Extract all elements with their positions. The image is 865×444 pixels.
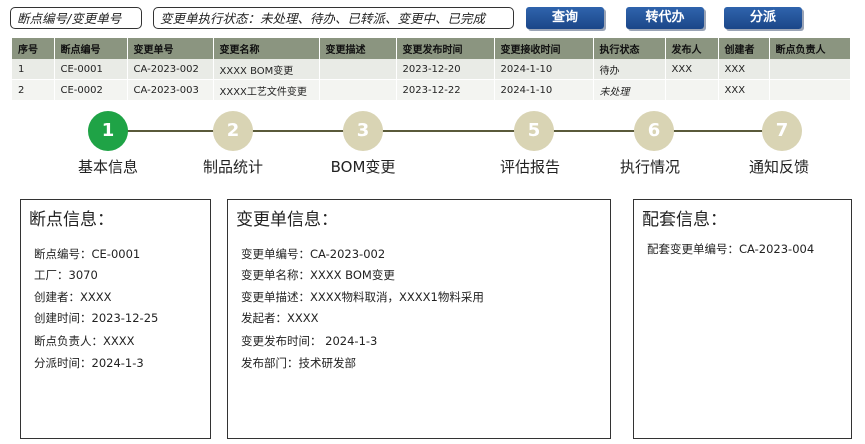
change-order-info-panel: 变更单信息： 变更单编号：CA-2023-002 变更单名称：XXXX BOM变… <box>227 199 611 439</box>
table-cell: 1 <box>12 59 55 80</box>
table-cell: 未处理 <box>593 79 666 101</box>
table-header-row: 序号 断点编号 变更单号 变更名称 变更描述 变更发布时间 变更接收时间 执行状… <box>12 38 851 59</box>
column-header[interactable]: 变更描述 <box>319 38 397 59</box>
table-cell: 2023-12-20 <box>396 59 495 80</box>
step-5-label: 评估报告 <box>499 158 560 176</box>
step-1-label: 基本信息 <box>77 158 138 176</box>
table-cell: XXX <box>718 79 770 101</box>
change-order-field: 变更发布时间： 2024-1-3 <box>241 334 378 348</box>
column-header[interactable]: 变更接收时间 <box>494 38 594 59</box>
breakpoint-info-title: 断点信息： <box>29 210 114 230</box>
step-2-label: 制品统计 <box>202 158 263 176</box>
breakpoint-change-no-filter[interactable]: 断点编号/变更单号 <box>10 7 142 29</box>
breakpoint-info-panel: 断点信息： 断点编号：CE-0001 工厂：3070 创建者：XXXX 创建时间… <box>20 199 211 439</box>
step-3-circle[interactable]: 3 <box>343 111 383 151</box>
breakpoint-field: 断点负责人：XXXX <box>34 334 135 348</box>
table-cell: XXXX工艺文件变更 <box>213 79 320 101</box>
step-5-circle[interactable]: 5 <box>514 111 554 151</box>
breakpoint-field: 断点编号：CE-0001 <box>34 247 141 261</box>
table-row[interactable]: 2 CE-0002 CA-2023-003 XXXX工艺文件变更 2023-12… <box>12 79 851 101</box>
dispatch-button[interactable]: 分派 <box>724 7 802 29</box>
change-order-field: 变更单描述：XXXX物料取消，XXXX1物料采用 <box>241 290 484 304</box>
change-order-field: 发起者：XXXX <box>241 311 319 325</box>
column-header[interactable]: 断点编号 <box>54 38 128 59</box>
column-header[interactable]: 创建者 <box>718 38 770 59</box>
change-order-field: 发布部门：技术研发部 <box>241 356 356 370</box>
column-header[interactable]: 断点负责人 <box>769 38 851 59</box>
table-cell <box>665 79 719 101</box>
change-order-field: 变更单编号：CA-2023-002 <box>241 247 386 261</box>
change-order-table: 序号 断点编号 变更单号 变更名称 变更描述 变更发布时间 变更接收时间 执行状… <box>12 38 851 101</box>
matching-info-title: 配套信息： <box>642 210 727 230</box>
step-6-label: 执行情况 <box>619 158 680 176</box>
table-cell <box>769 59 851 80</box>
step-connector-line <box>110 130 782 132</box>
breakpoint-field: 工厂：3070 <box>34 268 98 282</box>
breakpoint-field: 创建时间：2023-12-25 <box>34 311 159 325</box>
table-cell: CE-0002 <box>54 79 128 101</box>
column-header[interactable]: 执行状态 <box>593 38 666 59</box>
table-cell <box>319 79 397 101</box>
step-1-circle[interactable]: 1 <box>88 111 128 151</box>
query-button[interactable]: 查询 <box>526 7 604 29</box>
change-order-info-title: 变更单信息： <box>236 210 338 230</box>
table-cell <box>319 59 397 80</box>
table-cell: 2023-12-22 <box>396 79 495 101</box>
table-cell: 2024-1-10 <box>494 59 594 80</box>
table-cell: 2024-1-10 <box>494 79 594 101</box>
transfer-todo-button[interactable]: 转代办 <box>626 7 704 29</box>
table-cell: XXXX BOM变更 <box>213 59 320 80</box>
breakpoint-field: 创建者：XXXX <box>34 290 112 304</box>
column-header[interactable]: 变更发布时间 <box>396 38 495 59</box>
step-7-label: 通知反馈 <box>748 158 809 176</box>
table-row[interactable]: 1 CE-0001 CA-2023-002 XXXX BOM变更 2023-12… <box>12 59 851 80</box>
step-6-circle[interactable]: 6 <box>634 111 674 151</box>
table-cell: CA-2023-003 <box>127 79 214 101</box>
matching-field: 配套变更单编号：CA-2023-004 <box>647 242 815 256</box>
column-header[interactable]: 序号 <box>12 38 55 59</box>
breakpoint-field: 分派时间：2024-1-3 <box>34 356 144 370</box>
step-3-label: BOM变更 <box>330 158 396 176</box>
step-7-circle[interactable]: 7 <box>762 111 802 151</box>
step-2-circle[interactable]: 2 <box>213 111 253 151</box>
table-cell <box>769 79 851 101</box>
table-cell: 2 <box>12 79 55 101</box>
column-header[interactable]: 变更名称 <box>213 38 320 59</box>
table-cell: CA-2023-002 <box>127 59 214 80</box>
column-header[interactable]: 发布人 <box>665 38 719 59</box>
table-cell: 待办 <box>593 59 666 80</box>
column-header[interactable]: 变更单号 <box>127 38 214 59</box>
table-cell: XXX <box>718 59 770 80</box>
table-cell: CE-0001 <box>54 59 128 80</box>
matching-info-panel: 配套信息： 配套变更单编号：CA-2023-004 <box>633 199 852 439</box>
change-order-field: 变更单名称：XXXX BOM变更 <box>241 268 395 282</box>
status-filter[interactable]: 变更单执行状态：未处理、待办、已转派、变更中、已完成 <box>153 7 514 29</box>
table-cell: XXX <box>665 59 719 80</box>
